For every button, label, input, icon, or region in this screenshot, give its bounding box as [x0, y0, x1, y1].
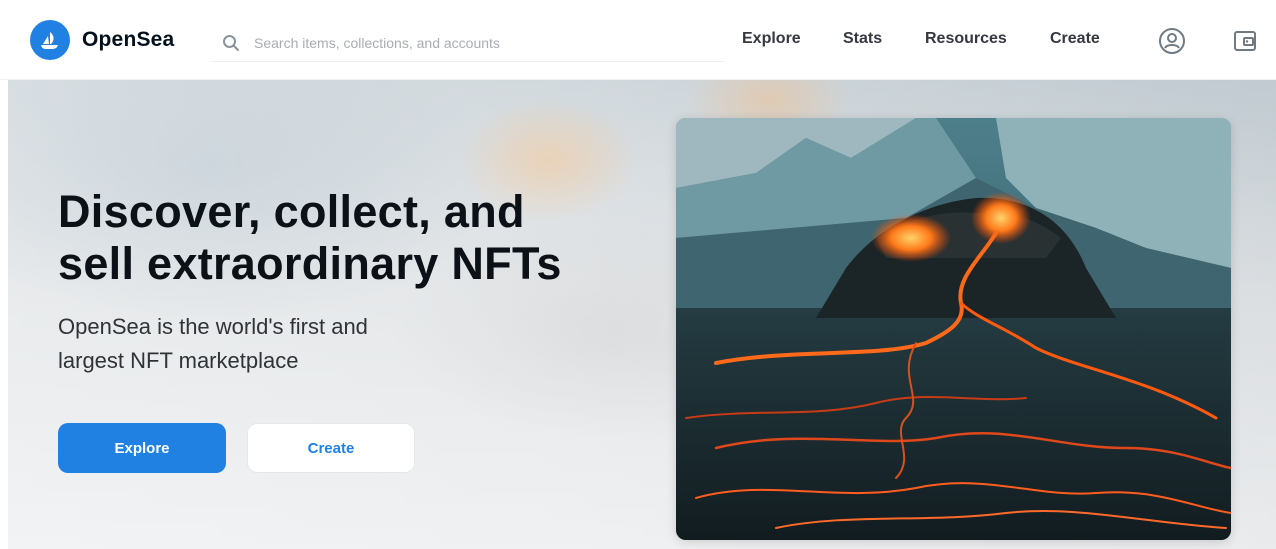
explore-button[interactable]: Explore [58, 423, 226, 473]
profile-icon[interactable] [1157, 26, 1187, 56]
hero-subtitle-line1: OpenSea is the world's first and [58, 314, 368, 339]
nav-resources[interactable]: Resources [925, 30, 1007, 48]
search-input[interactable] [254, 34, 714, 51]
hero-title: Discover, collect, and sell extraordinar… [58, 186, 658, 290]
hero-subtitle: OpenSea is the world's first and largest… [58, 310, 478, 378]
create-button[interactable]: Create [247, 423, 415, 473]
nav-create[interactable]: Create [1050, 30, 1100, 48]
hero-title-line2: sell extraordinary NFTs [58, 238, 562, 289]
brand-name: OpenSea [82, 28, 175, 51]
search-bar [210, 24, 725, 62]
brand-home-link[interactable]: OpenSea [30, 20, 174, 60]
search-icon [220, 32, 242, 54]
wallet-icon[interactable] [1230, 26, 1260, 56]
nav-stats[interactable]: Stats [843, 30, 882, 48]
volcano-image [676, 118, 1231, 540]
opensea-logo-icon [30, 20, 70, 60]
hero-subtitle-line2: largest NFT marketplace [58, 348, 299, 373]
nav-explore[interactable]: Explore [742, 30, 801, 48]
featured-nft-card[interactable] [676, 118, 1231, 540]
hero-section: Discover, collect, and sell extraordinar… [8, 80, 1276, 549]
top-navbar: OpenSea Explore Stats Resources Create [0, 0, 1276, 80]
hero-title-line1: Discover, collect, and [58, 186, 525, 237]
